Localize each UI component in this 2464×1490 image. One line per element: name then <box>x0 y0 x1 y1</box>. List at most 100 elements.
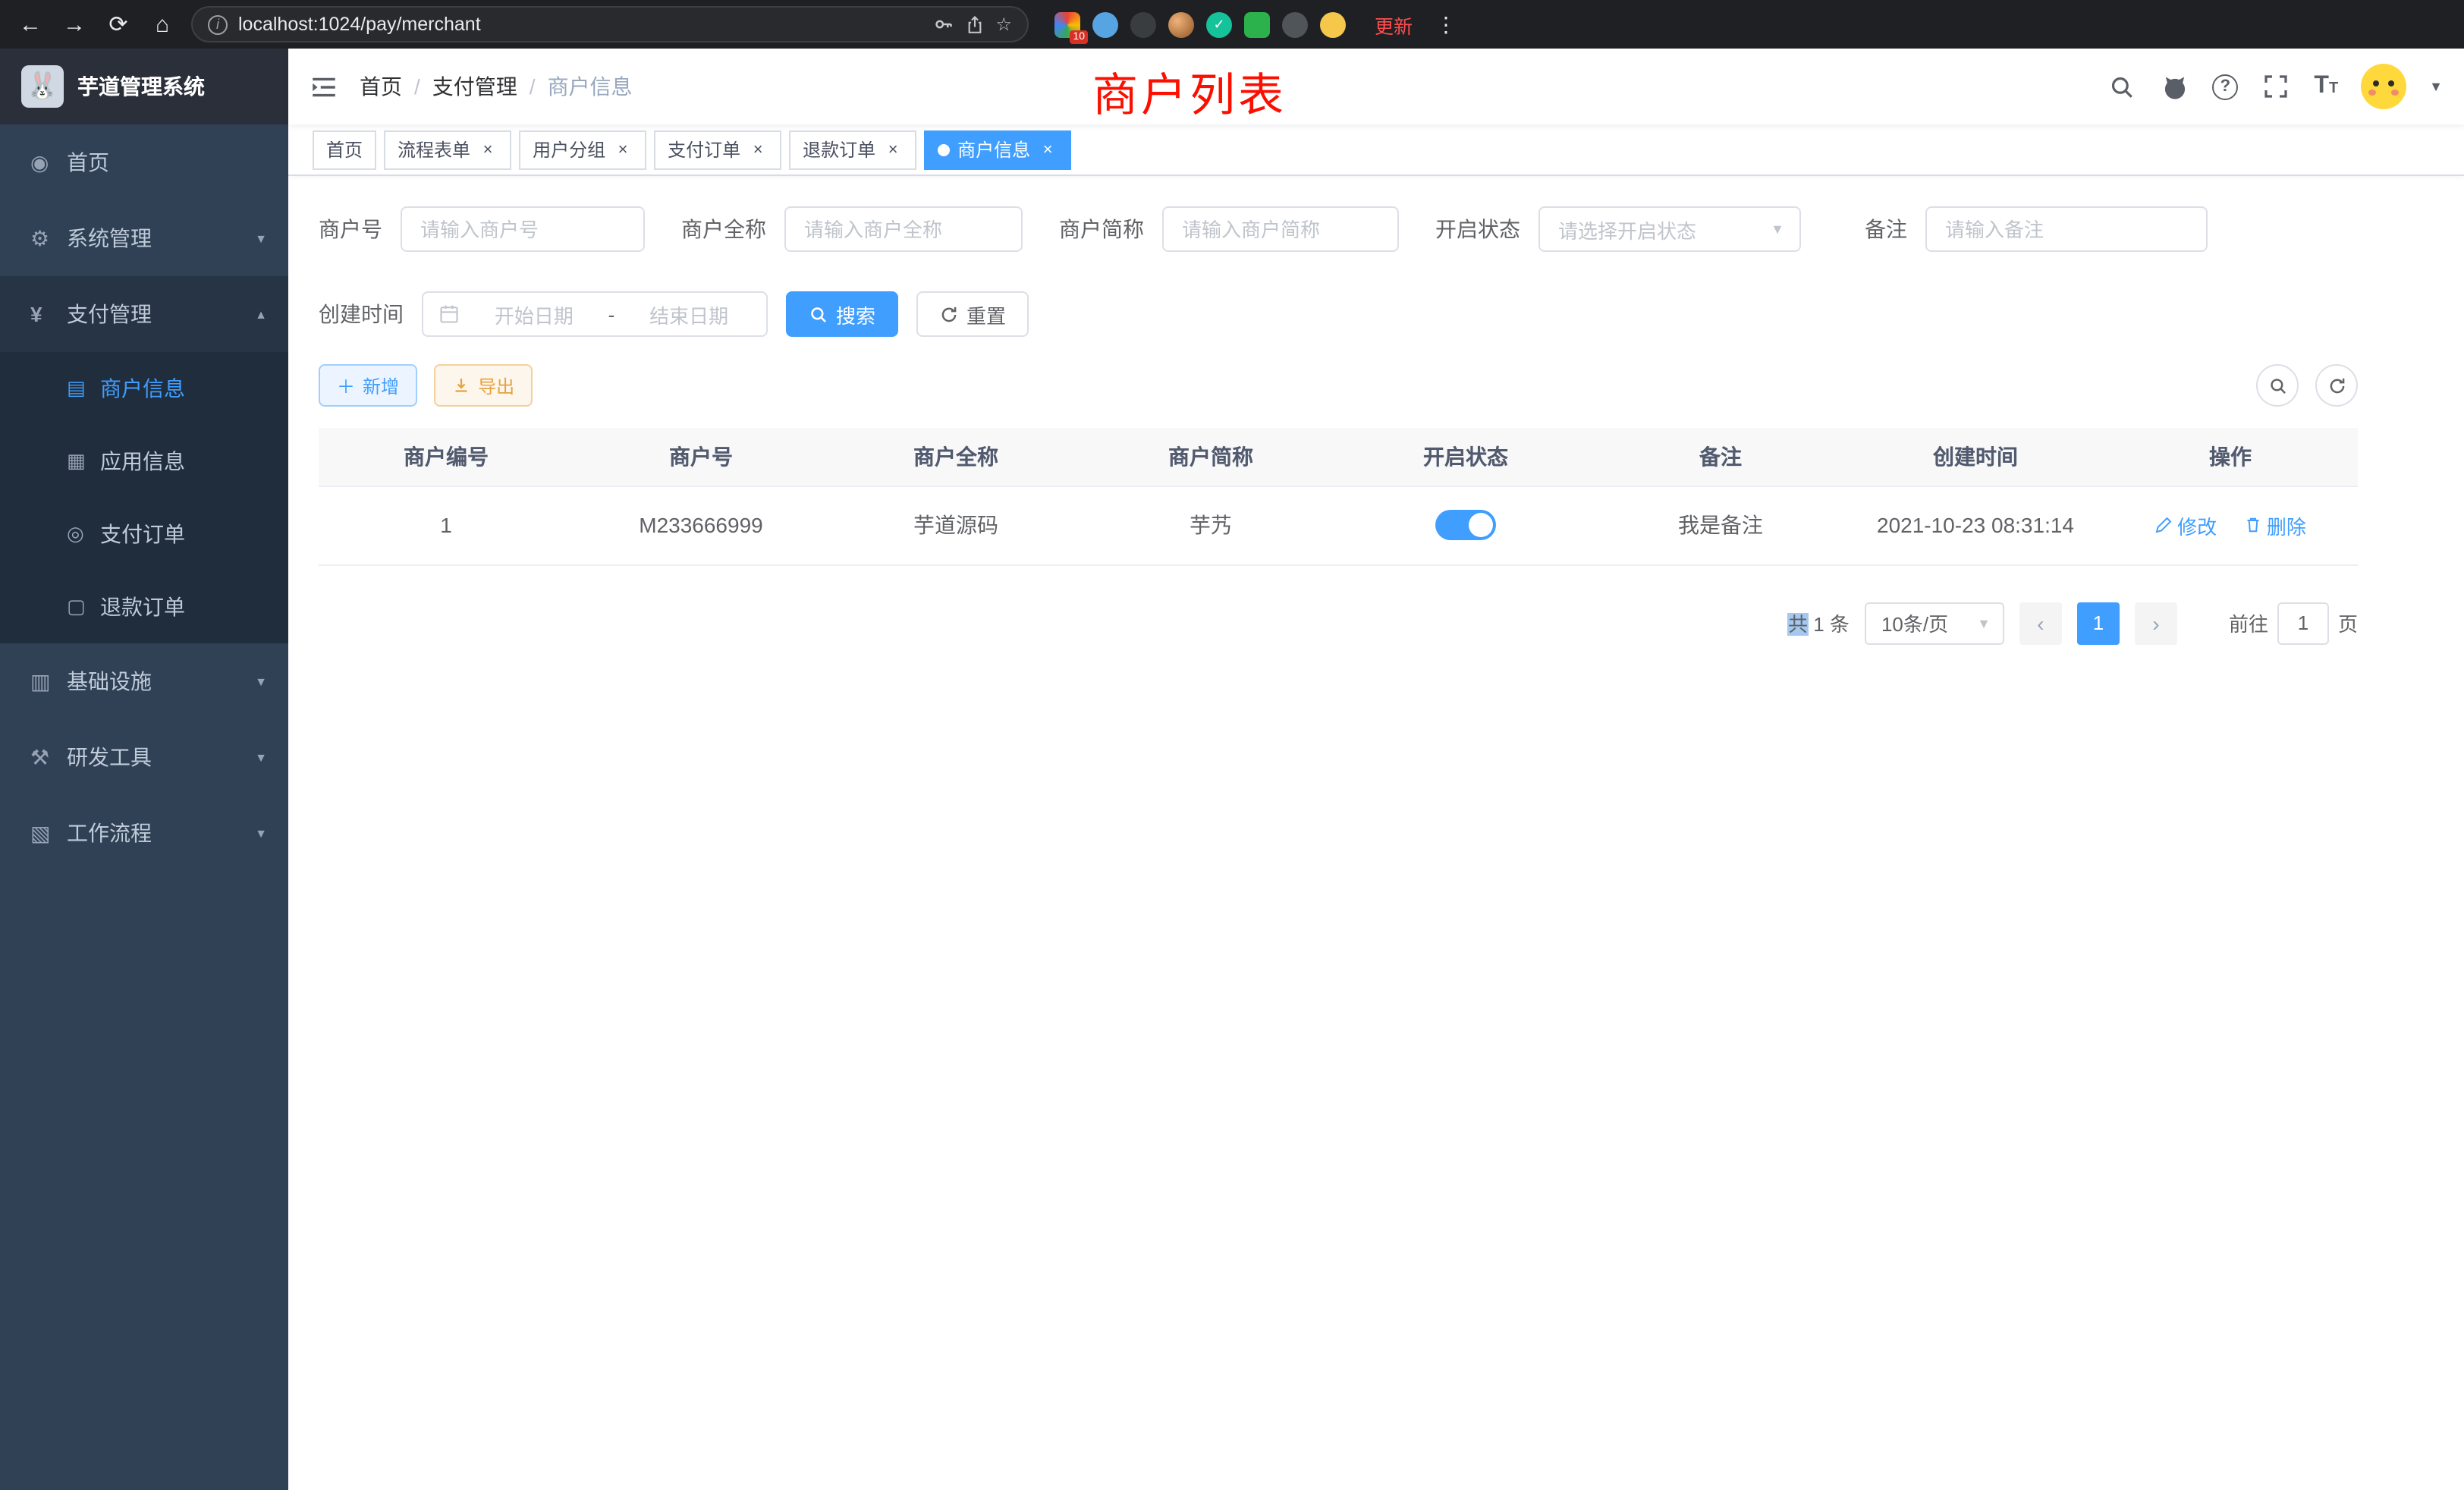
sidebar-item-system[interactable]: ⚙ 系统管理 ▼ <box>0 200 288 276</box>
app-title: 芋道管理系统 <box>77 71 205 102</box>
extension-gray-icon[interactable] <box>1282 11 1308 37</box>
extension-check-icon[interactable]: ✓ <box>1206 11 1232 37</box>
create-time-range-picker[interactable]: 开始日期 - 结束日期 <box>422 291 768 337</box>
breadcrumb-separator: / <box>530 74 536 99</box>
close-icon[interactable]: × <box>478 140 498 159</box>
tab-home[interactable]: 首页 <box>313 130 376 169</box>
status-select[interactable]: 请选择开启状态 ▼ <box>1538 206 1801 252</box>
col-status: 开启状态 <box>1338 428 1593 486</box>
target-icon: ◎ <box>67 522 100 546</box>
sidebar-item-infrastructure[interactable]: ▥ 基础设施 ▼ <box>0 643 288 719</box>
full-name-input[interactable] <box>784 206 1023 252</box>
extension-toolbar: 10 ✓ <box>1054 11 1346 37</box>
sidebar: 🐰 芋道管理系统 ◉ 首页 ⚙ 系统管理 ▼ ¥ 支付管理 ▲ <box>0 49 288 1490</box>
sidebar-logo[interactable]: 🐰 芋道管理系统 <box>0 49 288 124</box>
plus-icon: ＋ <box>337 372 355 398</box>
breadcrumb-section[interactable]: 支付管理 <box>432 71 517 102</box>
reset-button[interactable]: 重置 <box>916 291 1029 337</box>
extension-dark-icon[interactable] <box>1130 11 1156 37</box>
goto-page-input[interactable] <box>2277 602 2329 644</box>
key-icon[interactable] <box>933 14 954 35</box>
share-icon[interactable] <box>965 14 985 34</box>
url-text[interactable]: localhost:1024/pay/merchant <box>238 14 922 35</box>
font-size-icon[interactable]: TT <box>2314 73 2338 100</box>
col-merchant-no: 商户号 <box>574 428 828 486</box>
tab-process-form[interactable]: 流程表单 × <box>384 130 511 169</box>
edit-link[interactable]: 修改 <box>2154 511 2217 539</box>
pagination-total-highlight: 共 <box>1788 613 1808 636</box>
reset-button-label: 重置 <box>966 300 1006 328</box>
extension-smiley-icon[interactable] <box>1320 11 1346 37</box>
page-size-select[interactable]: 10条/页 ▼ <box>1865 602 2004 644</box>
help-icon[interactable]: ? <box>2212 74 2238 99</box>
sidebar-item-label: 系统管理 <box>67 223 152 253</box>
github-icon[interactable] <box>2159 71 2189 102</box>
col-full-name: 商户全称 <box>828 428 1083 486</box>
range-separator: - <box>608 303 615 325</box>
sidebar-item-label: 首页 <box>67 147 109 178</box>
refresh-icon[interactable] <box>2315 364 2358 407</box>
sidebar-item-merchant-info[interactable]: ▤ 商户信息 <box>0 352 288 425</box>
close-icon[interactable]: × <box>613 140 633 159</box>
short-name-label: 商户简称 <box>1059 214 1144 244</box>
tab-pay-order[interactable]: 支付订单 × <box>654 130 781 169</box>
sidebar-item-dashboard[interactable]: ◉ 首页 <box>0 124 288 200</box>
user-avatar[interactable] <box>2361 64 2406 109</box>
add-button[interactable]: ＋ 新增 <box>319 364 417 407</box>
page-unit-label: 页 <box>2338 608 2358 637</box>
gear-icon: ⚙ <box>30 225 67 251</box>
sidebar-item-refund-order[interactable]: ▢ 退款订单 <box>0 571 288 643</box>
search-icon[interactable] <box>2106 71 2136 102</box>
sidebar-item-devtools[interactable]: ⚒ 研发工具 ▼ <box>0 719 288 795</box>
search-button[interactable]: 搜索 <box>786 291 898 337</box>
site-info-icon[interactable]: i <box>208 14 228 34</box>
sidebar-item-payment[interactable]: ¥ 支付管理 ▲ <box>0 276 288 352</box>
extension-drop-icon[interactable] <box>1092 11 1118 37</box>
cell-operation: 修改 删除 <box>2103 486 2358 564</box>
avatar-caret-icon[interactable]: ▼ <box>2429 79 2443 94</box>
address-bar[interactable]: i localhost:1024/pay/merchant ☆ <box>191 6 1029 42</box>
status-toggle[interactable] <box>1435 510 1496 540</box>
bookmark-star-icon[interactable]: ☆ <box>995 14 1012 35</box>
prev-page-button[interactable]: ‹ <box>2019 602 2062 644</box>
chevron-down-icon: ▼ <box>255 674 267 688</box>
table-row[interactable]: 1 M233666999 芋道源码 芋艿 我是备注 2021-10-23 08:… <box>319 486 2358 564</box>
browser-update-button[interactable]: 更新 <box>1375 10 1413 39</box>
close-icon[interactable]: × <box>748 140 768 159</box>
breadcrumb-home[interactable]: 首页 <box>360 71 402 102</box>
remark-input[interactable] <box>1925 206 2208 252</box>
tab-label: 用户分组 <box>533 137 605 162</box>
extension-avatar-icon[interactable] <box>1168 11 1194 37</box>
export-button[interactable]: 导出 <box>434 364 533 407</box>
short-name-input[interactable] <box>1162 206 1399 252</box>
sidebar-item-pay-order[interactable]: ◎ 支付订单 <box>0 498 288 571</box>
merchant-no-input[interactable] <box>401 206 645 252</box>
export-button-label: 导出 <box>478 372 514 398</box>
sidebar-item-workflow[interactable]: ▧ 工作流程 ▼ <box>0 795 288 871</box>
browser-home-icon[interactable]: ⌂ <box>147 11 178 37</box>
sidebar-collapse-icon[interactable] <box>288 72 360 101</box>
breadcrumb-current: 商户信息 <box>548 71 633 102</box>
tab-refund-order[interactable]: 退款订单 × <box>789 130 916 169</box>
tab-merchant-info[interactable]: 商户信息 × <box>924 130 1071 169</box>
toggle-search-icon[interactable] <box>2256 364 2299 407</box>
delete-link[interactable]: 删除 <box>2244 511 2306 539</box>
browser-reload-icon[interactable]: ⟳ <box>103 11 134 38</box>
browser-back-icon[interactable]: ← <box>15 11 46 37</box>
col-merchant-id: 商户编号 <box>319 428 574 486</box>
document-icon: ▢ <box>67 595 100 619</box>
close-icon[interactable]: × <box>1038 140 1058 159</box>
page-1-button[interactable]: 1 <box>2077 602 2120 644</box>
status-label: 开启状态 <box>1435 214 1520 244</box>
browser-menu-icon[interactable]: ⋮ <box>1435 11 1457 37</box>
fullscreen-icon[interactable] <box>2261 71 2291 102</box>
next-page-button[interactable]: › <box>2135 602 2177 644</box>
extension-icon[interactable]: 10 <box>1054 11 1080 37</box>
extension-notes-icon[interactable] <box>1244 11 1270 37</box>
tab-user-group[interactable]: 用户分组 × <box>519 130 646 169</box>
close-icon[interactable]: × <box>883 140 903 159</box>
chevron-down-icon: ▼ <box>255 750 267 764</box>
col-remark: 备注 <box>1593 428 1848 486</box>
browser-forward-icon[interactable]: → <box>59 11 90 37</box>
sidebar-item-app-info[interactable]: ▦ 应用信息 <box>0 425 288 498</box>
